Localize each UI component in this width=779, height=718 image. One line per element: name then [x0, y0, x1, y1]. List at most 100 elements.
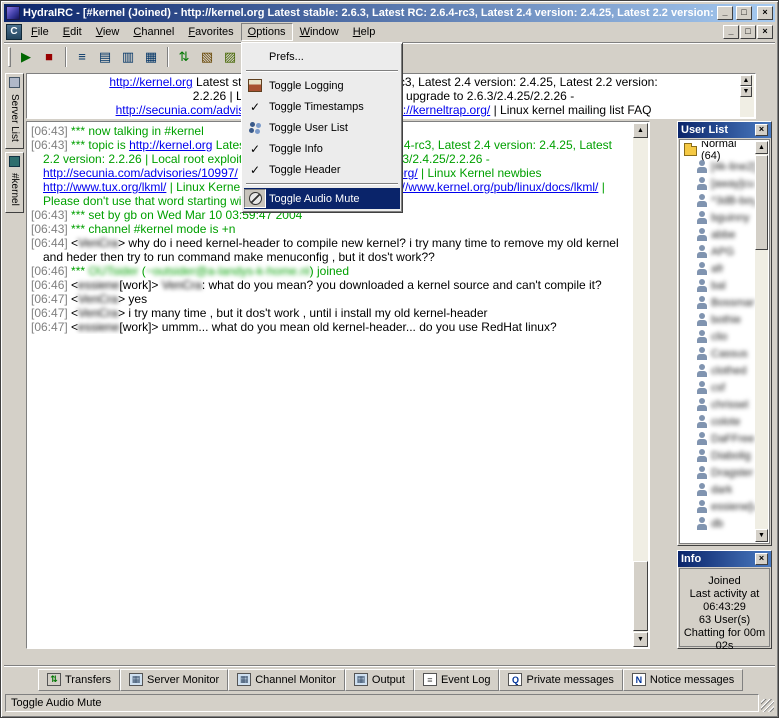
- chat-link[interactable]: http://www.tux.org/lkml/: [43, 180, 166, 194]
- user-list-item[interactable]: dark: [681, 481, 755, 498]
- menubar-item-favorites[interactable]: Favorites: [181, 23, 240, 41]
- bottom-tab-channel-monitor[interactable]: ▦ Channel Monitor: [228, 668, 345, 691]
- side-tab-kernel[interactable]: #kernel: [5, 151, 24, 213]
- menubar-item-view[interactable]: View: [89, 23, 127, 41]
- user-list-item[interactable]: colote: [681, 413, 755, 430]
- user-list-item[interactable]: bal: [681, 277, 755, 294]
- channel-list-icon[interactable]: ▤: [94, 46, 116, 68]
- user-list-item[interactable]: clothed: [681, 362, 755, 379]
- mdi-minimize-button[interactable]: _: [723, 25, 739, 39]
- user-list-item[interactable]: bothie: [681, 311, 755, 328]
- text-segment: [06:46]: [31, 278, 72, 292]
- mdi-restore-button[interactable]: □: [740, 25, 756, 39]
- scroll-down-icon[interactable]: ▼: [755, 529, 768, 542]
- mdi-close-button[interactable]: ×: [757, 25, 773, 39]
- minimize-button[interactable]: _: [717, 6, 733, 20]
- menubar-item-file[interactable]: File: [24, 23, 56, 41]
- side-tab-server-list[interactable]: Server List: [5, 73, 24, 149]
- connect-icon[interactable]: ▶: [15, 46, 37, 68]
- info-text-line: 02s: [715, 640, 734, 652]
- server-monitor-icon[interactable]: ▥: [117, 46, 139, 68]
- menubar-item-window[interactable]: Window: [293, 23, 346, 41]
- menu-item-toggle-logging[interactable]: Toggle Logging: [244, 75, 400, 96]
- resize-grip[interactable]: [761, 699, 774, 712]
- menu-item-toggle-timestamps[interactable]: ✓ Toggle Timestamps: [244, 96, 400, 117]
- scroll-up-icon[interactable]: ▲: [740, 75, 752, 86]
- event-log-icon: ≡: [422, 673, 437, 686]
- menubar-item-channel[interactable]: Channel: [126, 23, 181, 41]
- chat-link[interactable]: http://kernel.org: [109, 75, 192, 89]
- user-list-panel-title: User List: [681, 124, 729, 136]
- bottom-tab-transfers[interactable]: ⇅ Transfers: [38, 668, 121, 691]
- maximize-button[interactable]: □: [736, 6, 752, 20]
- chat-scrollbar[interactable]: ▲ ▼: [633, 123, 648, 647]
- options-menu: Prefs... Toggle Logging ✓ Toggle Timestamps…: [241, 42, 403, 213]
- menubar-item-options[interactable]: Options: [240, 23, 293, 41]
- user-list-item[interactable]: bguinny: [681, 209, 755, 226]
- transfers-icon[interactable]: ⇅: [173, 46, 195, 68]
- user-list-item[interactable]: csf: [681, 379, 755, 396]
- user-list-item[interactable]: db: [681, 515, 755, 532]
- menubar-item-edit[interactable]: Edit: [56, 23, 89, 41]
- disconnect-icon[interactable]: ■: [38, 46, 60, 68]
- user-name: chrissel: [711, 398, 749, 411]
- user-list-panel-header[interactable]: User List ×: [678, 122, 771, 138]
- user-list-item[interactable]: Dragster: [681, 464, 755, 481]
- scrollbar-thumb[interactable]: [755, 155, 768, 250]
- user-list-item[interactable]: DaFFree: [681, 430, 755, 447]
- close-icon[interactable]: ×: [755, 553, 768, 565]
- user-list-item[interactable]: APG: [681, 243, 755, 260]
- menu-item-toggle-header[interactable]: ✓ Toggle Header: [244, 159, 400, 180]
- bottom-tab-output[interactable]: ▦ Output: [344, 668, 414, 691]
- user-list-item[interactable]: essiene[wo: [681, 498, 755, 515]
- output-icon[interactable]: ▨: [219, 46, 241, 68]
- user-group-row[interactable]: Normal (64): [681, 141, 755, 162]
- chat-link[interactable]: http://kernel.org: [129, 138, 212, 152]
- bottom-tab-server-monitor[interactable]: ▦ Server Monitor: [120, 668, 229, 691]
- chat-link[interactable]: http://secunia.com/advisories/10997/: [43, 166, 238, 180]
- close-button[interactable]: ×: [757, 6, 773, 20]
- user-list-scrollbar[interactable]: ▲ ▼: [755, 141, 768, 542]
- server-list-icon[interactable]: ≡: [71, 46, 93, 68]
- info-text-line: 06:43:29: [703, 601, 746, 613]
- info-panel-header[interactable]: Info ×: [678, 551, 771, 567]
- text-segment: ) joined: [309, 264, 350, 278]
- user-name: Cassus: [711, 347, 748, 360]
- text-segment: [work]> ummm... what do you mean old ker…: [119, 320, 557, 334]
- scroll-up-icon[interactable]: ▲: [755, 141, 768, 154]
- scroll-down-icon[interactable]: ▼: [633, 632, 648, 647]
- user-list-item[interactable]: ^3dB-boy: [681, 192, 755, 209]
- menubar-item-help[interactable]: Help: [346, 23, 383, 41]
- blank-icon: [244, 47, 266, 66]
- menu-item-prefs[interactable]: Prefs...: [244, 46, 400, 67]
- menu-item-toggle-user-list[interactable]: Toggle User List: [244, 117, 400, 138]
- text-segment: essiene: [78, 320, 120, 334]
- chat-link[interactable]: http://www.kernel.org/pub/linux/docs/lkm…: [378, 180, 598, 194]
- bottom-tab-private-messages[interactable]: Q Private messages: [499, 668, 623, 691]
- user-list-item[interactable]: Diabolig: [681, 447, 755, 464]
- user-list-item[interactable]: Bossman: [681, 294, 755, 311]
- status-text: Toggle Audio Mute: [5, 694, 759, 712]
- toolbar-grip[interactable]: [8, 46, 11, 67]
- scroll-up-icon[interactable]: ▲: [633, 123, 648, 138]
- text-segment: <: [71, 320, 79, 334]
- bottom-tab-event-log[interactable]: ≡ Event Log: [413, 668, 500, 691]
- user-list-item[interactable]: abbe: [681, 226, 755, 243]
- user-list-item[interactable]: Cassus: [681, 345, 755, 362]
- user-list-item[interactable]: [4k-line2]: [681, 158, 755, 175]
- user-list-item[interactable]: clio: [681, 328, 755, 345]
- menu-item-toggle-info[interactable]: ✓ Toggle Info: [244, 138, 400, 159]
- channel-window-icon[interactable]: C: [6, 24, 22, 40]
- menu-item-toggle-audio-mute[interactable]: Toggle Audio Mute: [244, 188, 400, 209]
- event-log-icon[interactable]: ▧: [196, 46, 218, 68]
- user-list-item[interactable]: [away]curli: [681, 175, 755, 192]
- scrollbar-thumb[interactable]: [633, 561, 648, 631]
- titlebar[interactable]: HydraIRC - [#kernel (Joined) - http://ke…: [4, 4, 775, 22]
- user-list-item[interactable]: afr: [681, 260, 755, 277]
- close-icon[interactable]: ×: [755, 124, 768, 136]
- bottom-tab-notice-messages[interactable]: N Notice messages: [622, 668, 744, 691]
- user-list-item[interactable]: chrissel: [681, 396, 755, 413]
- channel-monitor-icon[interactable]: ▦: [140, 46, 162, 68]
- header-scrollbar[interactable]: ▲ ▼: [740, 75, 754, 117]
- scroll-down-icon[interactable]: ▼: [740, 86, 752, 97]
